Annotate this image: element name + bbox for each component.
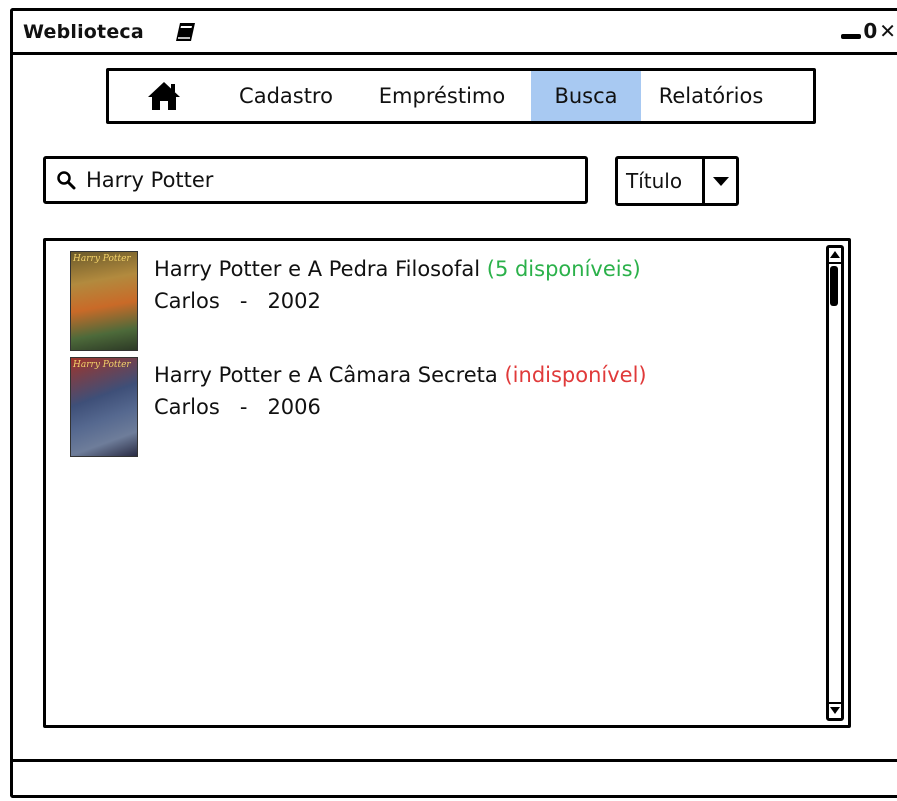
nav-home[interactable] xyxy=(109,71,219,121)
title-bar: Weblioteca 0 ✕ xyxy=(13,11,897,55)
dropdown-arrow-icon[interactable] xyxy=(702,159,736,203)
nav-busca[interactable]: Busca xyxy=(531,71,641,121)
result-title: Harry Potter e A Câmara Secreta (indispo… xyxy=(154,363,647,387)
result-title: Harry Potter e A Pedra Filosofal (5 disp… xyxy=(154,257,641,281)
nav-emprestimo[interactable]: Empréstimo xyxy=(353,71,531,121)
availability-status: (indisponível) xyxy=(504,363,647,387)
home-icon xyxy=(148,82,180,110)
maximize-button[interactable]: 0 xyxy=(863,17,877,45)
scrollbar[interactable] xyxy=(826,245,844,721)
app-window: Weblioteca 0 ✕ Cadastro Empréstimo Busca… xyxy=(10,8,897,798)
list-item[interactable]: Harry Potter Harry Potter e A Câmara Sec… xyxy=(70,357,800,457)
result-title-text: Harry Potter e A Câmara Secreta xyxy=(154,363,498,387)
scroll-up-icon[interactable] xyxy=(829,248,841,264)
nav-cadastro[interactable]: Cadastro xyxy=(219,71,353,121)
result-title-text: Harry Potter e A Pedra Filosofal xyxy=(154,257,481,281)
result-meta: Carlos - 2006 xyxy=(154,395,321,419)
nav-relatorios[interactable]: Relatórios xyxy=(641,71,781,121)
search-input[interactable] xyxy=(86,165,576,195)
result-separator: - xyxy=(239,395,248,419)
book-cover-image: Harry Potter xyxy=(70,357,138,457)
result-meta: Carlos - 2002 xyxy=(154,289,321,313)
filter-select[interactable]: Título xyxy=(615,156,739,206)
availability-status: (5 disponíveis) xyxy=(486,257,641,281)
search-icon xyxy=(57,171,76,190)
cover-title: Harry Potter xyxy=(73,254,131,264)
status-bar xyxy=(13,759,897,762)
cover-title: Harry Potter xyxy=(73,360,131,370)
book-cover-image: Harry Potter xyxy=(70,251,138,351)
app-title: Weblioteca xyxy=(23,21,144,43)
results-list: Harry Potter Harry Potter e A Pedra Filo… xyxy=(43,238,851,728)
result-year: 2002 xyxy=(267,289,321,313)
main-nav: Cadastro Empréstimo Busca Relatórios xyxy=(106,68,816,124)
book-icon xyxy=(176,23,195,41)
minimize-button[interactable] xyxy=(839,17,862,45)
search-box[interactable] xyxy=(43,156,588,204)
close-button[interactable]: ✕ xyxy=(879,17,896,45)
list-item[interactable]: Harry Potter Harry Potter e A Pedra Filo… xyxy=(70,251,800,351)
scroll-down-icon[interactable] xyxy=(829,702,841,718)
window-controls: 0 ✕ xyxy=(839,17,896,45)
result-separator: - xyxy=(239,289,248,313)
filter-select-value: Título xyxy=(626,169,683,193)
result-year: 2006 xyxy=(267,395,321,419)
result-author: Carlos xyxy=(154,289,220,313)
scroll-thumb[interactable] xyxy=(830,266,838,306)
result-author: Carlos xyxy=(154,395,220,419)
